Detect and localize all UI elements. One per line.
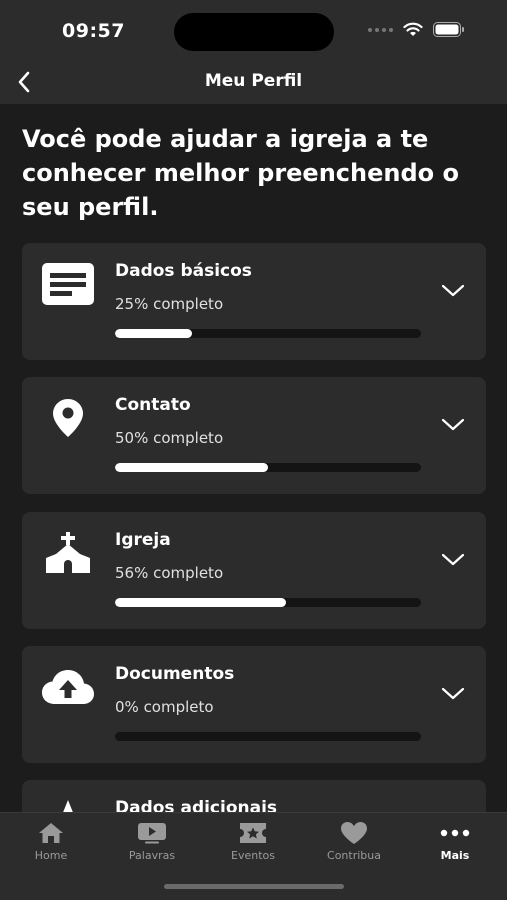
progress-fill [115, 463, 268, 472]
tab-eventos[interactable]: Eventos [208, 821, 298, 871]
tab-label: Palavras [128, 849, 176, 862]
tab-label: Mais [440, 849, 470, 862]
tab-label: Home [34, 849, 68, 862]
status-indicators [368, 22, 465, 37]
star-icon [40, 798, 96, 812]
intro-text: Você pode ajudar a igreja a te conhecer … [22, 125, 459, 221]
section-status: 0% completo [115, 698, 214, 716]
chevron-down-icon[interactable] [440, 550, 466, 570]
video-icon [137, 821, 167, 845]
page-title: Meu Perfil [204, 71, 303, 91]
progress-fill [115, 329, 192, 338]
tab-label: Eventos [231, 849, 275, 862]
section-title: Dados básicos [115, 261, 252, 281]
progress-bar [115, 463, 421, 472]
cloud-upload-icon [40, 664, 96, 710]
tab-label: Contribua [327, 849, 381, 862]
ticket-icon [238, 821, 268, 845]
section-card-igreja[interactable]: Igreja 56% completo [22, 512, 486, 629]
document-icon [40, 261, 96, 307]
heart-icon [339, 821, 369, 845]
section-status: 25% completo [115, 295, 224, 313]
progress-fill [115, 598, 287, 607]
chevron-down-icon[interactable] [440, 281, 466, 301]
section-title: Documentos [115, 664, 235, 684]
more-icon [440, 821, 470, 845]
home-indicator [164, 884, 344, 889]
wifi-icon [403, 22, 423, 36]
chevron-down-icon[interactable] [440, 684, 466, 704]
nav-bar: Meu Perfil [0, 60, 507, 104]
section-title: Igreja [115, 530, 171, 550]
section-status: 56% completo [115, 564, 224, 582]
chevron-down-icon[interactable] [440, 415, 466, 435]
battery-icon [433, 22, 464, 37]
section-title: Contato [115, 395, 191, 415]
profile-content[interactable]: Você pode ajudar a igreja a te conhecer … [0, 104, 507, 812]
tab-home[interactable]: Home [6, 821, 96, 871]
home-icon [36, 821, 66, 845]
status-bar: 09:57 [0, 0, 507, 60]
progress-bar [115, 598, 421, 607]
progress-bar [115, 329, 421, 338]
church-icon [40, 530, 96, 576]
section-card-dados-adicionais[interactable]: Dados adicionais [22, 780, 486, 812]
section-card-dados-basicos[interactable]: Dados básicos 25% completo [22, 243, 486, 360]
signal-icon [368, 27, 393, 32]
section-card-contato[interactable]: Contato 50% completo [22, 377, 486, 494]
tab-contribua[interactable]: Contribua [309, 821, 399, 871]
location-pin-icon [40, 395, 96, 441]
progress-bar [115, 732, 421, 741]
section-title: Dados adicionais [115, 798, 278, 812]
section-card-documentos[interactable]: Documentos 0% completo [22, 646, 486, 763]
dynamic-island [174, 13, 334, 51]
tab-mais[interactable]: Mais [410, 821, 500, 871]
tab-palavras[interactable]: Palavras [107, 821, 197, 871]
section-status: 50% completo [115, 429, 224, 447]
status-time: 09:57 [62, 20, 125, 42]
